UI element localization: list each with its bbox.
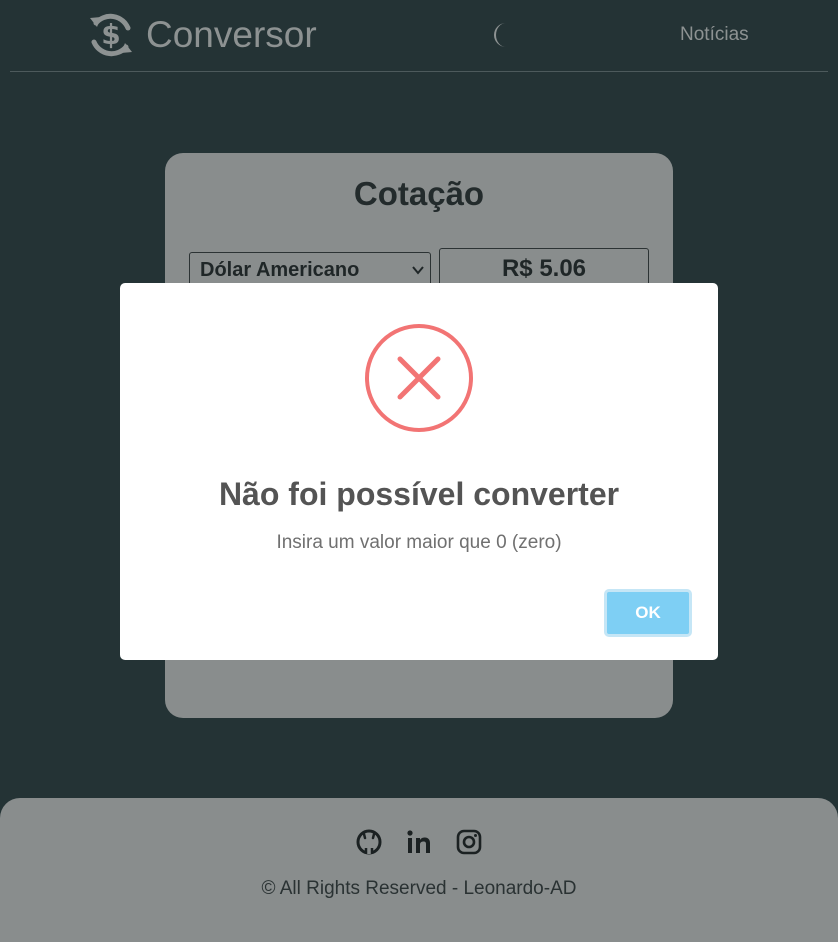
card-title: Cotação <box>353 175 485 212</box>
error-x-icon <box>365 324 473 432</box>
footer: © All Rights Reserved - Leonardo-AD <box>0 798 838 942</box>
moon-icon[interactable] <box>488 21 514 49</box>
currency-select-value: Dólar Americano <box>200 259 360 281</box>
brand[interactable]: $ Conversor <box>86 10 317 60</box>
dialog-message: Insira um valor maior que 0 (zero) <box>276 532 562 553</box>
header: $ Conversor Notícias <box>10 0 828 72</box>
social-links <box>0 828 838 856</box>
chevron-down-icon <box>412 266 424 275</box>
currency-exchange-icon: $ <box>90 13 132 57</box>
app-title: Conversor <box>146 14 317 55</box>
dialog-title: Não foi possível converter <box>218 476 620 512</box>
rate-value: R$ 5.06 <box>439 248 649 288</box>
instagram-icon[interactable] <box>455 828 483 856</box>
linkedin-icon[interactable] <box>405 828 433 856</box>
ok-button[interactable]: OK <box>604 589 692 637</box>
github-icon[interactable] <box>355 828 383 856</box>
nav-news-link[interactable]: Notícias <box>680 24 749 46</box>
copyright-text: © All Rights Reserved - Leonardo-AD <box>261 878 577 899</box>
svg-text:$: $ <box>101 18 120 51</box>
error-dialog: Não foi possível converter Insira um val… <box>120 283 718 660</box>
